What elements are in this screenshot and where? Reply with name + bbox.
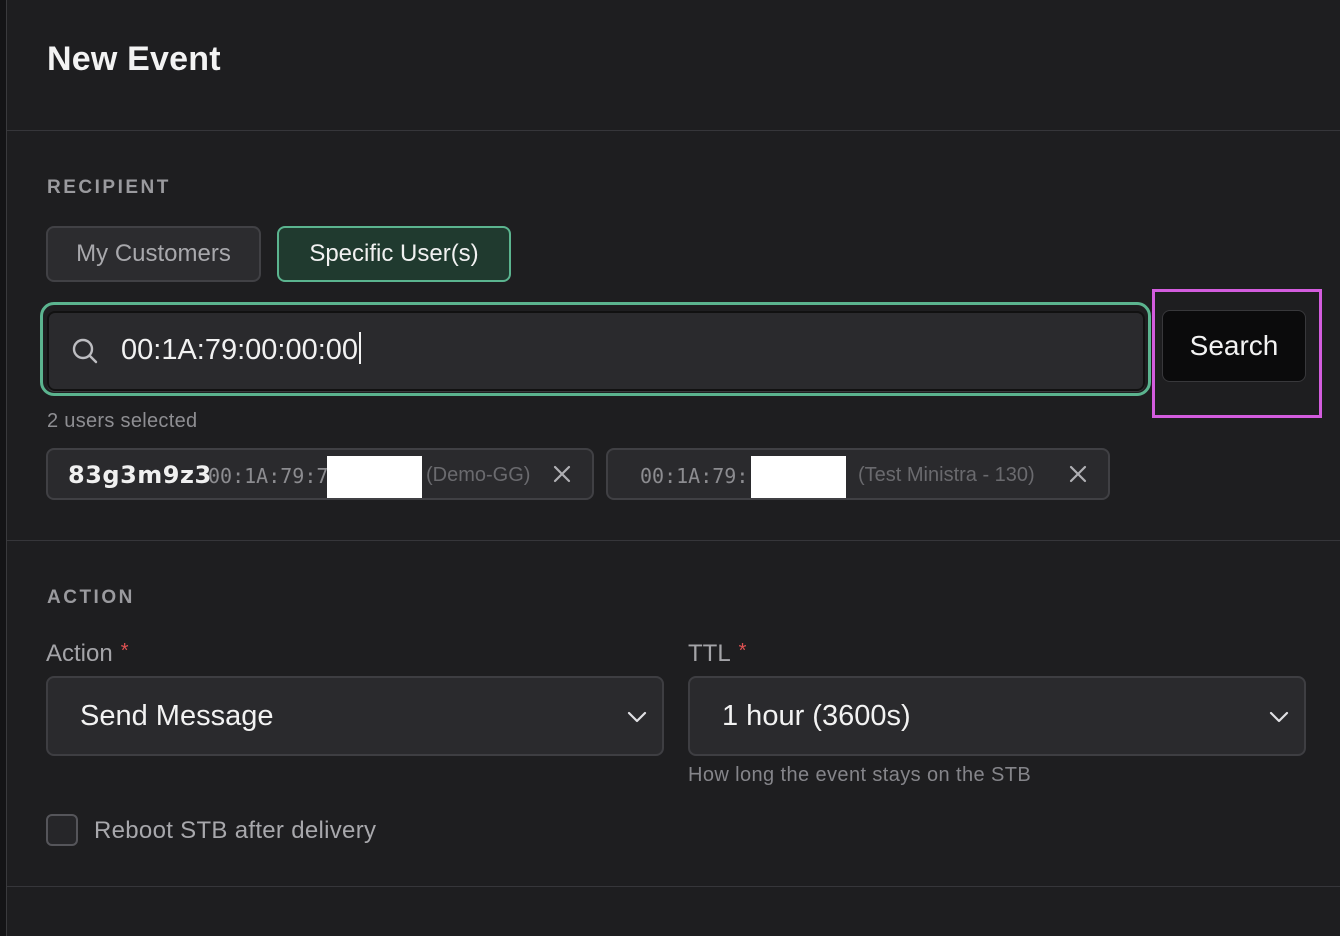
search-icon bbox=[72, 338, 98, 364]
reboot-checkbox-label[interactable]: Reboot STB after delivery bbox=[94, 817, 376, 845]
ttl-helper-text: How long the event stays on the STB bbox=[688, 764, 1032, 786]
chevron-down-icon bbox=[627, 711, 647, 723]
chip-mac-address: 00:1A:79: bbox=[640, 464, 749, 488]
section-divider bbox=[7, 540, 1340, 541]
reboot-checkbox[interactable] bbox=[46, 814, 78, 846]
selected-user-chip: 83g3m9z3 00:1A:79:7 (Demo-GG) bbox=[46, 448, 594, 500]
action-section-label: ACTION bbox=[47, 587, 135, 608]
ttl-select[interactable]: 1 hour (3600s) bbox=[688, 676, 1306, 756]
required-mark: * bbox=[120, 640, 129, 662]
selected-user-chip: 00:1A:79: (Test Ministra - 130) bbox=[606, 448, 1110, 500]
chevron-down-icon bbox=[1269, 711, 1289, 723]
user-search-input[interactable]: 00:1A:79:00:00:00 bbox=[47, 311, 1145, 391]
required-mark: * bbox=[738, 640, 747, 662]
search-input-value[interactable]: 00:1A:79:00:00:00 bbox=[121, 332, 362, 367]
section-divider bbox=[7, 886, 1340, 887]
action-field-label: Action * bbox=[46, 640, 129, 667]
tab-my-customers[interactable]: My Customers bbox=[46, 226, 261, 282]
ttl-select-value: 1 hour (3600s) bbox=[722, 700, 911, 732]
ttl-field-label: TTL * bbox=[688, 640, 747, 667]
text-caret bbox=[359, 332, 362, 364]
chip-user-name: 83g3m9z3 bbox=[68, 461, 212, 489]
new-event-dialog: New Event RECIPIENT My Customers Specifi… bbox=[0, 0, 1340, 936]
search-focus-ring: 00:1A:79:00:00:00 bbox=[40, 302, 1151, 396]
close-icon[interactable] bbox=[548, 460, 576, 488]
search-button[interactable]: Search bbox=[1162, 310, 1306, 382]
action-select-value: Send Message bbox=[80, 700, 274, 732]
action-select[interactable]: Send Message bbox=[46, 676, 664, 756]
chip-user-label: (Demo-GG) bbox=[426, 464, 531, 486]
dialog-header: New Event bbox=[7, 0, 1340, 131]
redaction-box bbox=[751, 456, 846, 498]
dialog-title: New Event bbox=[47, 40, 221, 78]
chip-mac-address: 00:1A:79:7 bbox=[208, 464, 329, 488]
background-app-edge bbox=[0, 0, 7, 936]
users-selected-count: 2 users selected bbox=[47, 410, 198, 432]
chip-user-label: (Test Ministra - 130) bbox=[858, 464, 1035, 486]
recipient-section-label: RECIPIENT bbox=[47, 177, 171, 198]
tab-specific-users[interactable]: Specific User(s) bbox=[277, 226, 511, 282]
close-icon[interactable] bbox=[1064, 460, 1092, 488]
redaction-box bbox=[327, 456, 422, 498]
